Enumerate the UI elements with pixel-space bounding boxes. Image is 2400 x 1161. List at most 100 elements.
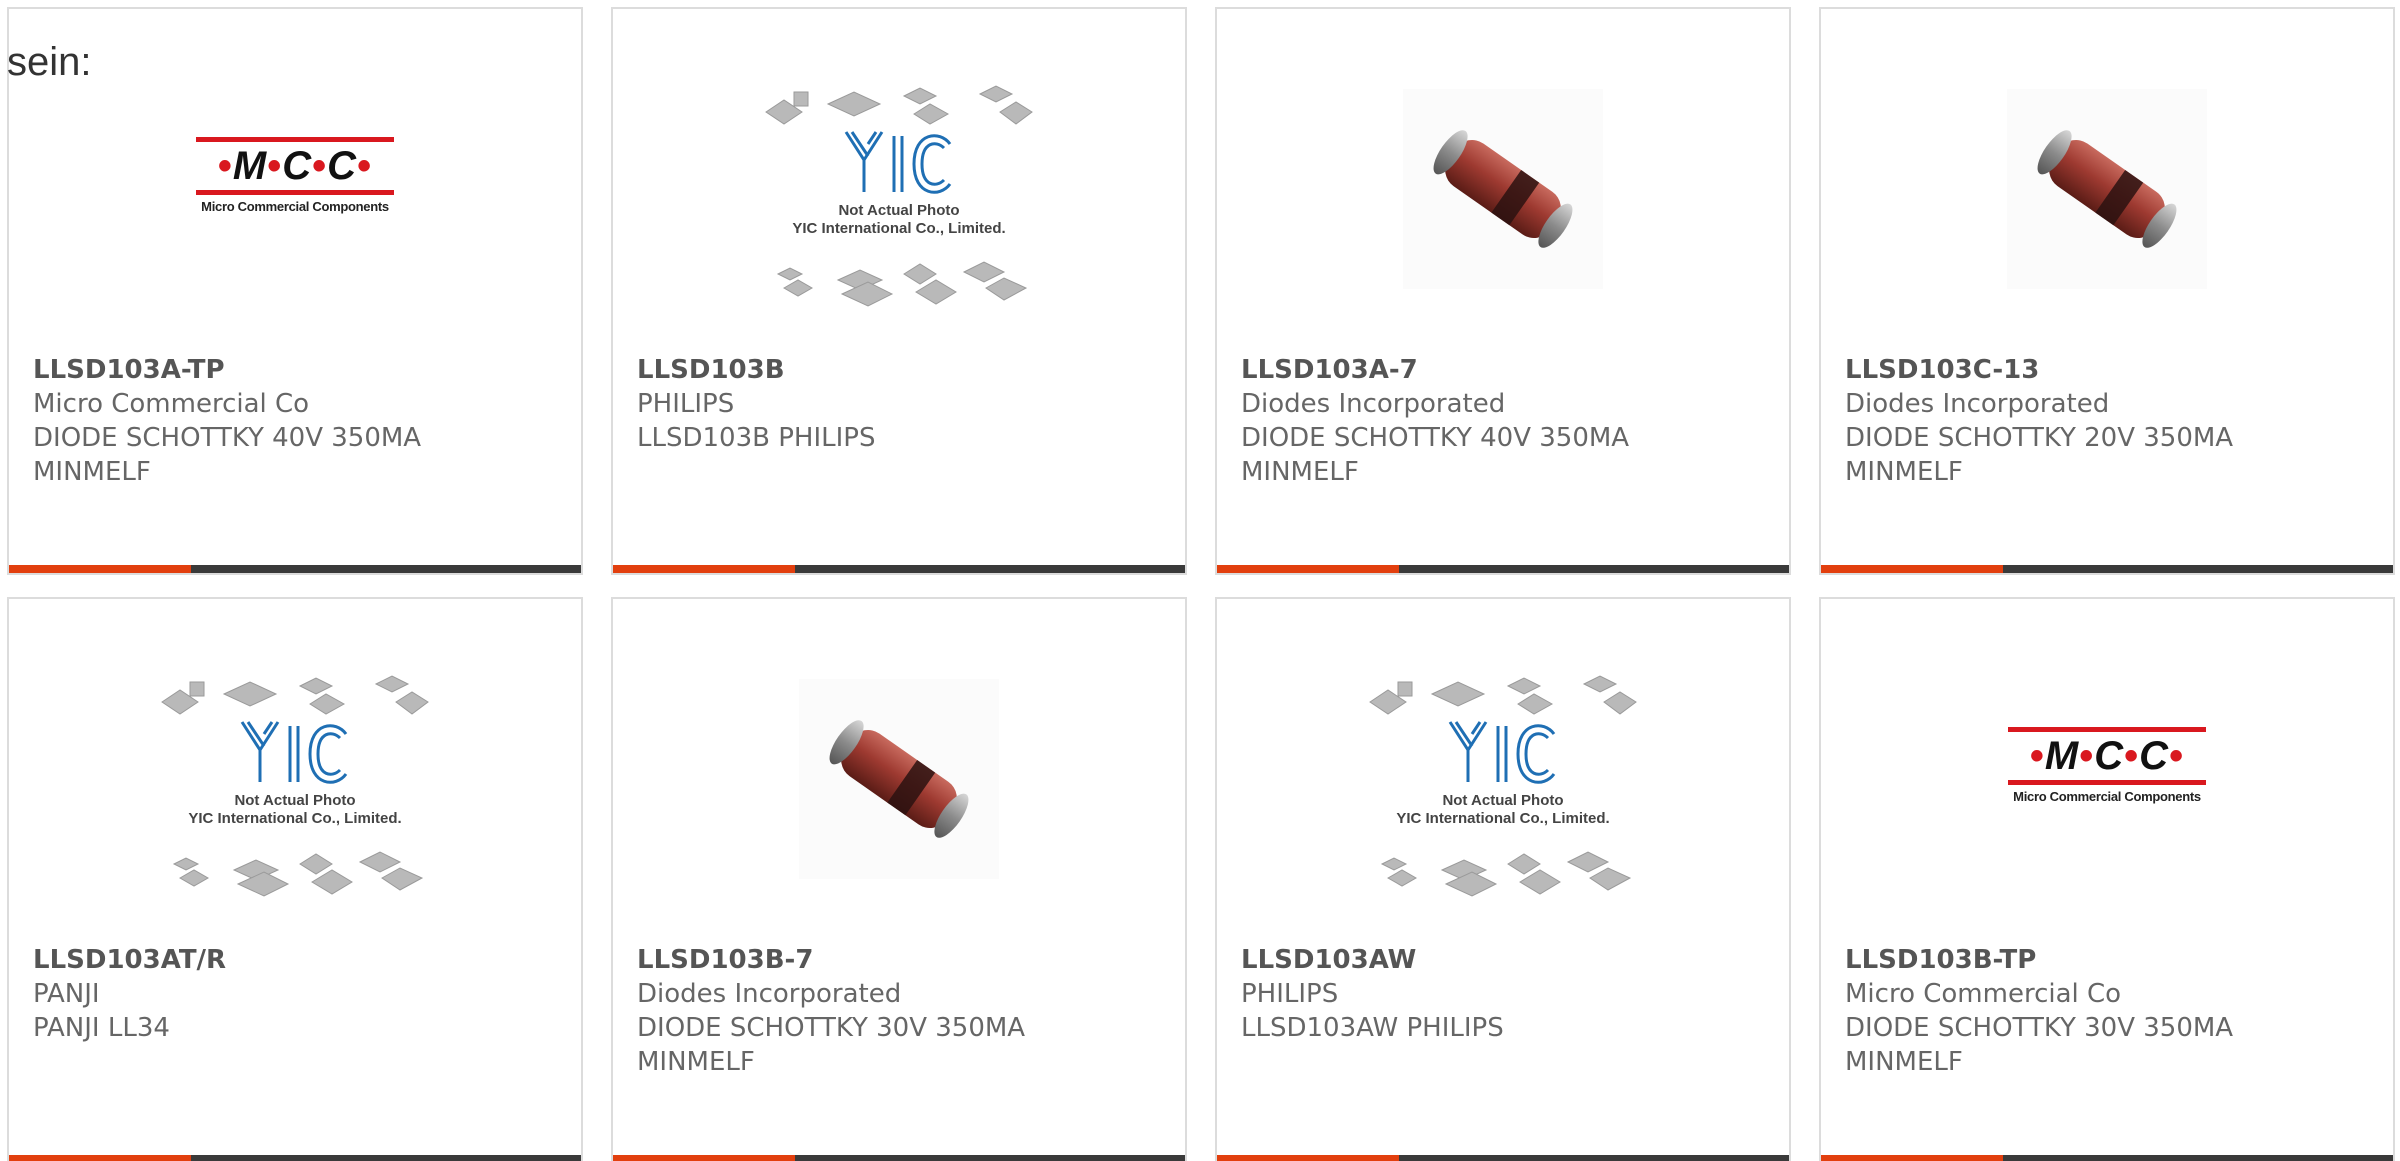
manufacturer: Micro Commercial Co (1845, 979, 2122, 1009)
chip-icon (1386, 869, 1418, 887)
logo-dot: • (312, 143, 328, 188)
card-accent (1821, 565, 2003, 573)
chip-icon (999, 101, 1033, 125)
yic-caption: Not Actual Photo YIC International Co., L… (764, 202, 1034, 238)
product-image[interactable]: •M•C•C• Micro Commercial Components (9, 9, 581, 349)
yic-placeholder-image: Not Actual Photo YIC International Co., L… (764, 74, 1034, 314)
description: LLSD103AW PHILIPS (1241, 1013, 1504, 1043)
card-bottom-bar (1821, 1155, 2393, 1161)
mcc-logo-tagline: Micro Commercial Components (201, 198, 389, 214)
description: DIODE SCHOTTKY 30V 350MA (1845, 1013, 2234, 1043)
yic-placeholder-image: Not Actual Photo YIC International Co., L… (1368, 664, 1638, 904)
chip-icon (826, 91, 882, 117)
manufacturer: Diodes Incorporated (637, 979, 902, 1009)
logo-letter: C (2094, 733, 2125, 778)
product-card[interactable]: Not Actual Photo YIC International Co., L… (1215, 597, 1791, 1161)
chip-icon (311, 869, 353, 895)
package: MINMELF (33, 457, 151, 487)
product-card[interactable]: LLSD103B-7 Diodes Incorporated DIODE SCHOT… (611, 597, 1187, 1161)
chip-icon (962, 261, 1006, 283)
chip-icon (1589, 867, 1632, 891)
diode-photo (2007, 89, 2207, 289)
product-card[interactable]: •M•C•C• Micro Commercial Components LLSD10… (7, 7, 583, 575)
part-number[interactable]: LLSD103C-13 (1845, 353, 2373, 387)
logo-letter: M (232, 143, 268, 188)
product-card[interactable]: Not Actual Photo YIC International Co., L… (7, 597, 583, 1161)
card-bottom-bar (1821, 565, 2393, 573)
chip-icon (985, 277, 1028, 301)
yic-logo-letter-c-inner (316, 732, 342, 776)
mcc-logo-mark: •M•C•C• (196, 142, 394, 190)
chip-icon (978, 85, 1014, 103)
card-accent (613, 565, 795, 573)
part-number[interactable]: LLSD103A-TP (33, 353, 561, 387)
product-info: LLSD103A-TP Micro Commercial Co DIODE SCHO… (33, 353, 561, 489)
part-number[interactable]: LLSD103B-TP (1845, 943, 2373, 977)
yic-logo-letter-y-inner (246, 721, 274, 747)
product-image[interactable] (1217, 9, 1789, 349)
chip-icon (222, 681, 278, 707)
product-card[interactable]: LLSD103C-13 Diodes Incorporated DIODE SCHO… (1819, 7, 2395, 575)
part-number[interactable]: LLSD103AT/R (33, 943, 561, 977)
yic-logo-letter-i (288, 726, 300, 782)
yic-logo-letter-i (892, 136, 904, 192)
description: LLSD103B PHILIPS (637, 423, 876, 453)
mcc-logo-mark: •M•C•C• (2008, 732, 2206, 780)
chip-icon (1507, 853, 1541, 875)
logo-rule (196, 189, 394, 195)
yic-logo-letter-c-inner (920, 142, 946, 186)
yic-caption-line-1: Not Actual Photo (234, 792, 356, 809)
yic-chip-graphic (1369, 675, 1637, 897)
part-number[interactable]: LLSD103B (637, 353, 1165, 387)
chip-icon (1519, 869, 1561, 895)
product-image[interactable] (613, 599, 1185, 939)
chip-icon (358, 851, 402, 873)
product-image[interactable]: Not Actual Photo YIC International Co., L… (9, 599, 581, 939)
product-image[interactable]: Not Actual Photo YIC International Co., L… (1217, 599, 1789, 939)
chip-icon (1380, 857, 1408, 871)
chip-icon (776, 267, 804, 281)
product-image[interactable]: Not Actual Photo YIC International Co., L… (613, 9, 1185, 349)
part-number[interactable]: LLSD103AW (1241, 943, 1769, 977)
description: PANJI LL34 (33, 1013, 170, 1043)
card-bottom-bar (613, 565, 1185, 573)
package: MINMELF (1845, 1047, 1963, 1077)
yic-caption: Not Actual Photo YIC International Co., L… (160, 792, 430, 828)
card-bottom-bar (9, 1155, 581, 1161)
product-info: LLSD103AW PHILIPS LLSD103AW PHILIPS (1241, 943, 1769, 1045)
manufacturer: PHILIPS (1241, 979, 1339, 1009)
chip-icon (1603, 691, 1637, 715)
product-card[interactable]: •M•C•C• Micro Commercial Components LLSD10… (1819, 597, 2395, 1161)
product-card[interactable]: Not Actual Photo YIC International Co., L… (611, 7, 1187, 575)
card-accent (613, 1155, 795, 1161)
mcc-logo-tagline: Micro Commercial Components (2013, 788, 2201, 804)
product-info: LLSD103AT/R PANJI PANJI LL34 (33, 943, 561, 1045)
product-info: LLSD103B PHILIPS LLSD103B PHILIPS (637, 353, 1165, 455)
product-info: LLSD103A-7 Diodes Incorporated DIODE SCHOT… (1241, 353, 1769, 489)
description: DIODE SCHOTTKY 30V 350MA (637, 1013, 1026, 1043)
yic-caption-line-2: YIC International Co., Limited. (188, 810, 402, 827)
logo-letter: M (2044, 733, 2080, 778)
chip-icon (299, 853, 333, 875)
chip-icon (903, 263, 937, 285)
yic-caption-line-2: YIC International Co., Limited. (792, 220, 1006, 237)
yic-chip-graphic (765, 85, 1033, 307)
part-number[interactable]: LLSD103A-7 (1241, 353, 1769, 387)
part-number[interactable]: LLSD103B-7 (637, 943, 1165, 977)
card-accent (9, 1155, 191, 1161)
logo-letter: C (2139, 733, 2170, 778)
diode-icon (829, 720, 969, 838)
chip-icon (381, 867, 424, 891)
yic-caption-line-1: Not Actual Photo (1442, 792, 1564, 809)
chip-icon (395, 691, 429, 715)
yic-placeholder-image: Not Actual Photo YIC International Co., L… (160, 664, 430, 904)
mcc-logo: •M•C•C• Micro Commercial Components (196, 136, 394, 214)
product-info: LLSD103B-7 Diodes Incorporated DIODE SCHOT… (637, 943, 1165, 1079)
manufacturer: PHILIPS (637, 389, 735, 419)
yic-logo-letter-y-inner (850, 131, 878, 157)
card-accent (1217, 1155, 1399, 1161)
logo-dot: • (2079, 733, 2095, 778)
product-image[interactable] (1821, 9, 2393, 349)
product-image[interactable]: •M•C•C• Micro Commercial Components (1821, 599, 2393, 939)
product-card[interactable]: LLSD103A-7 Diodes Incorporated DIODE SCHOT… (1215, 7, 1791, 575)
